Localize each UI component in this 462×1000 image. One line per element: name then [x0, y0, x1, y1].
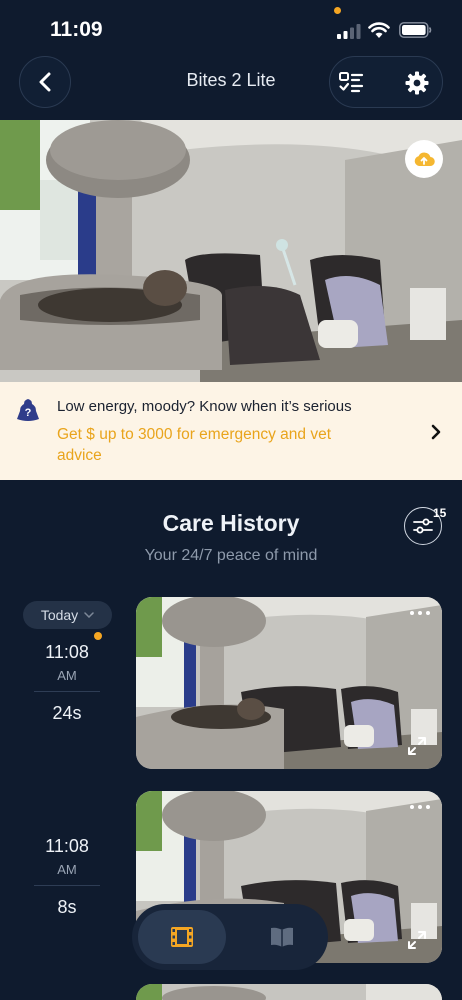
entry-time: 11:08 — [45, 642, 89, 662]
entry-duration: 8s — [57, 897, 77, 917]
camera-view-image — [0, 120, 462, 382]
book-icon — [271, 927, 293, 947]
cloud-upload-icon — [414, 152, 435, 167]
privacy-indicator-dot — [334, 7, 341, 14]
clip-preview-image — [136, 984, 442, 1000]
top-nav: Bites 2 Lite — [0, 56, 462, 118]
vet-advice-banner[interactable]: ? Low energy, moody? Know when it’s seri… — [0, 382, 462, 480]
entry-time: 11:08 — [45, 836, 89, 856]
entry-divider — [34, 691, 100, 692]
svg-text:?: ? — [25, 407, 32, 419]
chevron-right-icon — [431, 424, 441, 440]
cellular-signal-icon — [337, 24, 361, 39]
day-filter-label: Today — [40, 607, 79, 623]
sliders-icon — [413, 518, 433, 534]
health-alert-icon: ? — [17, 399, 39, 421]
entry-ampm: AM — [57, 862, 77, 877]
checklist-icon — [339, 72, 364, 93]
entry-divider — [34, 885, 100, 886]
filter-count-badge: 15 — [433, 506, 447, 520]
more-options-button[interactable] — [410, 611, 430, 615]
clip-preview-image — [136, 597, 442, 769]
entry-duration: 24s — [52, 703, 82, 723]
expand-icon[interactable] — [406, 735, 428, 757]
care-history-title: Care History — [162, 510, 300, 536]
battery-icon — [399, 22, 432, 38]
cloud-upload-button[interactable] — [405, 140, 443, 178]
care-history-subtitle: Your 24/7 peace of mind — [144, 547, 318, 564]
wifi-icon — [368, 22, 390, 38]
unread-indicator-dot — [94, 632, 102, 640]
bottom-tab-bar — [132, 904, 328, 970]
settings-button[interactable] — [404, 70, 430, 96]
banner-headline: Low energy, moody? Know when it’s seriou… — [57, 398, 352, 415]
video-thumbnail[interactable] — [136, 597, 442, 769]
checklist-button[interactable] — [338, 70, 364, 96]
video-thumbnail[interactable] — [136, 984, 442, 1000]
expand-icon[interactable] — [406, 929, 428, 951]
gear-icon — [405, 71, 429, 95]
status-time: 11:09 — [50, 18, 103, 41]
tab-journal[interactable] — [242, 910, 322, 964]
chevron-down-icon — [84, 612, 94, 618]
live-camera-feed[interactable] — [0, 120, 462, 382]
entry-ampm: AM — [57, 668, 77, 683]
status-bar: 11:09 — [0, 0, 462, 58]
header-actions — [329, 56, 443, 108]
more-options-button[interactable] — [410, 805, 430, 809]
banner-offer: Get $ up to 3000 for emergency and vet a… — [57, 426, 332, 464]
film-icon — [171, 927, 193, 947]
tab-videos[interactable] — [138, 910, 226, 964]
day-filter-dropdown[interactable]: Today — [23, 601, 112, 629]
